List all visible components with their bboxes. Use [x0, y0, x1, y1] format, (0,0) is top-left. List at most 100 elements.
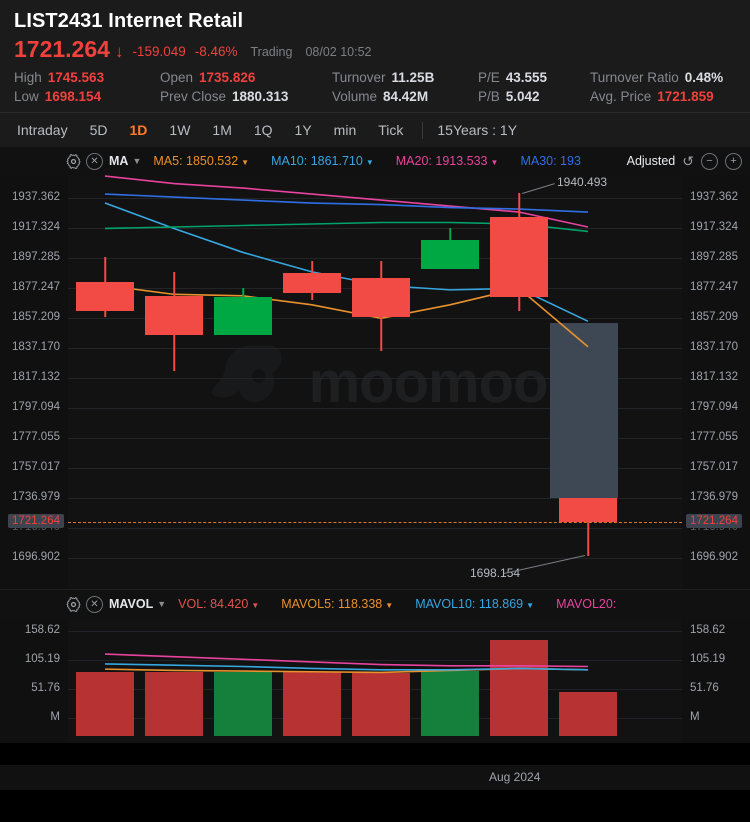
volume-tick-label: M — [690, 711, 700, 723]
tab-intraday[interactable]: Intraday — [14, 113, 79, 147]
stat-value: 1721.859 — [657, 89, 714, 104]
candlestick-plot-area[interactable]: moomoo 1940.493 1698.154 — [68, 175, 682, 589]
stat-label: Prev Close — [160, 89, 227, 104]
quote-header: LIST2431 Internet Retail 1721.264 ↓ -159… — [0, 0, 750, 112]
volume-bar[interactable] — [145, 672, 203, 736]
current-price-tag[interactable]: 1721.264 — [686, 513, 742, 528]
vol-label: VOL: 84.420 — [178, 597, 249, 611]
candle-body — [214, 297, 272, 335]
volume-bar[interactable] — [352, 673, 410, 736]
tab-1w[interactable]: 1W — [158, 113, 201, 147]
mavol10-value[interactable]: MAVOL10: 118.869 ▼ — [415, 597, 534, 611]
price-tick-label: 1696.902 — [690, 551, 738, 563]
candlestick[interactable] — [421, 175, 479, 589]
tab-tick[interactable]: Tick — [367, 113, 414, 147]
price-tick-label: 1837.170 — [12, 341, 60, 353]
price-tick-label: 1877.247 — [690, 281, 738, 293]
chevron-down-icon[interactable]: ▼ — [157, 599, 166, 609]
stat-value: 1735.826 — [199, 70, 256, 85]
volume-bar[interactable] — [76, 672, 134, 736]
adjusted-button[interactable]: Adjusted — [627, 154, 676, 168]
candlestick[interactable] — [490, 175, 548, 589]
ma30-value[interactable]: MA30: 193 — [520, 154, 580, 168]
stat-value: 1880.313 — [232, 89, 289, 104]
volume-indicator-bar: ✕ MAVOL ▼ VOL: 84.420 ▼ MAVOL5: 118.338 ▼ … — [0, 589, 750, 618]
price-tick-label: 1837.170 — [690, 341, 738, 353]
quote-timestamp: 08/02 10:52 — [305, 45, 372, 59]
tab-1q[interactable]: 1Q — [243, 113, 284, 147]
ma20-value[interactable]: MA20: 1913.533 ▼ — [396, 154, 499, 168]
mavol20-value[interactable]: MAVOL20: — [556, 597, 616, 611]
price-tick-label: 1817.132 — [12, 371, 60, 383]
volume-indicator-name: MAVOL — [109, 597, 154, 611]
volume-bar[interactable] — [421, 671, 479, 736]
stat-label: Turnover — [332, 70, 386, 85]
ma10-label: MA10: 1861.710 — [271, 154, 363, 168]
ma5-value[interactable]: MA5: 1850.532 ▼ — [153, 154, 249, 168]
chevron-down-icon: ▼ — [385, 601, 394, 610]
tab-5d[interactable]: 5D — [79, 113, 119, 147]
close-icon[interactable]: ✕ — [86, 152, 103, 170]
close-icon[interactable]: ✕ — [86, 595, 103, 613]
symbol-name: Internet Retail — [108, 10, 244, 32]
chevron-down-icon: ▼ — [365, 158, 374, 167]
high-annotation: 1940.493 — [557, 175, 608, 190]
volume-bar[interactable] — [490, 639, 548, 736]
gear-icon[interactable] — [66, 153, 81, 169]
stat-label: P/E — [478, 70, 500, 85]
stat-label: Avg. Price — [590, 89, 652, 104]
candlestick[interactable] — [352, 175, 410, 589]
candlestick[interactable] — [76, 175, 134, 589]
vol-value[interactable]: VOL: 84.420 ▼ — [178, 597, 259, 611]
candlestick[interactable] — [559, 175, 617, 589]
volume-plot-area[interactable] — [68, 618, 682, 743]
volume-bar[interactable] — [559, 692, 617, 736]
zoom-out-button[interactable]: − — [701, 152, 718, 170]
price-tick-label: 1777.055 — [690, 431, 738, 443]
candle-body — [145, 295, 203, 335]
stat-label: Open — [160, 70, 194, 85]
price-axis-right[interactable]: 1937.362 1917.324 1897.285 1877.247 1857.209… — [682, 175, 750, 589]
gridline — [68, 660, 682, 661]
mavol5-value[interactable]: MAVOL5: 118.338 ▼ — [281, 597, 393, 611]
volume-chart[interactable]: 158.62 105.19 51.76 M 158.62 105.19 51.76 M — [0, 618, 750, 743]
price-tick-label: 1937.362 — [690, 191, 738, 203]
ma30-label: MA30: 193 — [520, 154, 581, 168]
price-change: -159.049 — [132, 44, 186, 59]
price-tick-label: 1777.055 — [12, 431, 60, 443]
current-price-tag[interactable]: 1721.264 — [8, 513, 64, 528]
tab-1d[interactable]: 1D — [119, 113, 159, 147]
price-axis-left[interactable]: 1937.362 1917.324 1897.285 1877.247 1857.209… — [0, 175, 68, 589]
volume-tick-label: M — [50, 711, 60, 723]
symbol-code: LIST2431 — [14, 10, 103, 32]
undo-icon[interactable]: ↺ — [682, 154, 694, 168]
candlestick-chart[interactable]: moomoo 1940.493 1698.154 1937.362 1917.324… — [0, 175, 750, 589]
stat-value: 0.48% — [684, 70, 724, 85]
zoom-in-button[interactable]: + — [725, 152, 742, 170]
moomoo-stock-chart-app: LIST2431 Internet Retail 1721.264 ↓ -159… — [0, 0, 750, 822]
period-tab-bar: Intraday 5D 1D 1W 1M 1Q 1Y min Tick 15Ye… — [0, 112, 750, 147]
candlestick[interactable] — [283, 175, 341, 589]
tab-1y[interactable]: 1Y — [284, 113, 323, 147]
volume-tick-label: 158.62 — [690, 624, 726, 636]
tab-1m[interactable]: 1M — [201, 113, 242, 147]
mavol5-label: MAVOL5: 118.338 — [281, 597, 383, 611]
volume-axis-left: 158.62 105.19 51.76 M — [0, 618, 68, 743]
current-price-line — [68, 521, 682, 523]
chevron-down-icon[interactable]: ▼ — [132, 156, 141, 166]
price-tick-label: 1877.247 — [12, 281, 60, 293]
candlestick[interactable] — [214, 175, 272, 589]
range-selector[interactable]: 15Years : 1Y — [431, 113, 523, 147]
tab-min[interactable]: min — [323, 113, 368, 147]
candlestick[interactable] — [145, 175, 203, 589]
volume-axis-right: 158.62 105.19 51.76 M — [682, 618, 750, 743]
price-tick-label: 1757.017 — [690, 461, 738, 473]
ma10-value[interactable]: MA10: 1861.710 ▼ — [271, 154, 374, 168]
volume-bar[interactable] — [214, 671, 272, 736]
volume-tick-label: 105.19 — [24, 653, 60, 665]
x-axis: Aug 2024 — [0, 765, 750, 790]
price-tick-label: 1736.979 — [12, 491, 60, 503]
price-tick-label: 1937.362 — [12, 191, 60, 203]
gear-icon[interactable] — [66, 596, 81, 612]
volume-bar[interactable] — [283, 672, 341, 736]
